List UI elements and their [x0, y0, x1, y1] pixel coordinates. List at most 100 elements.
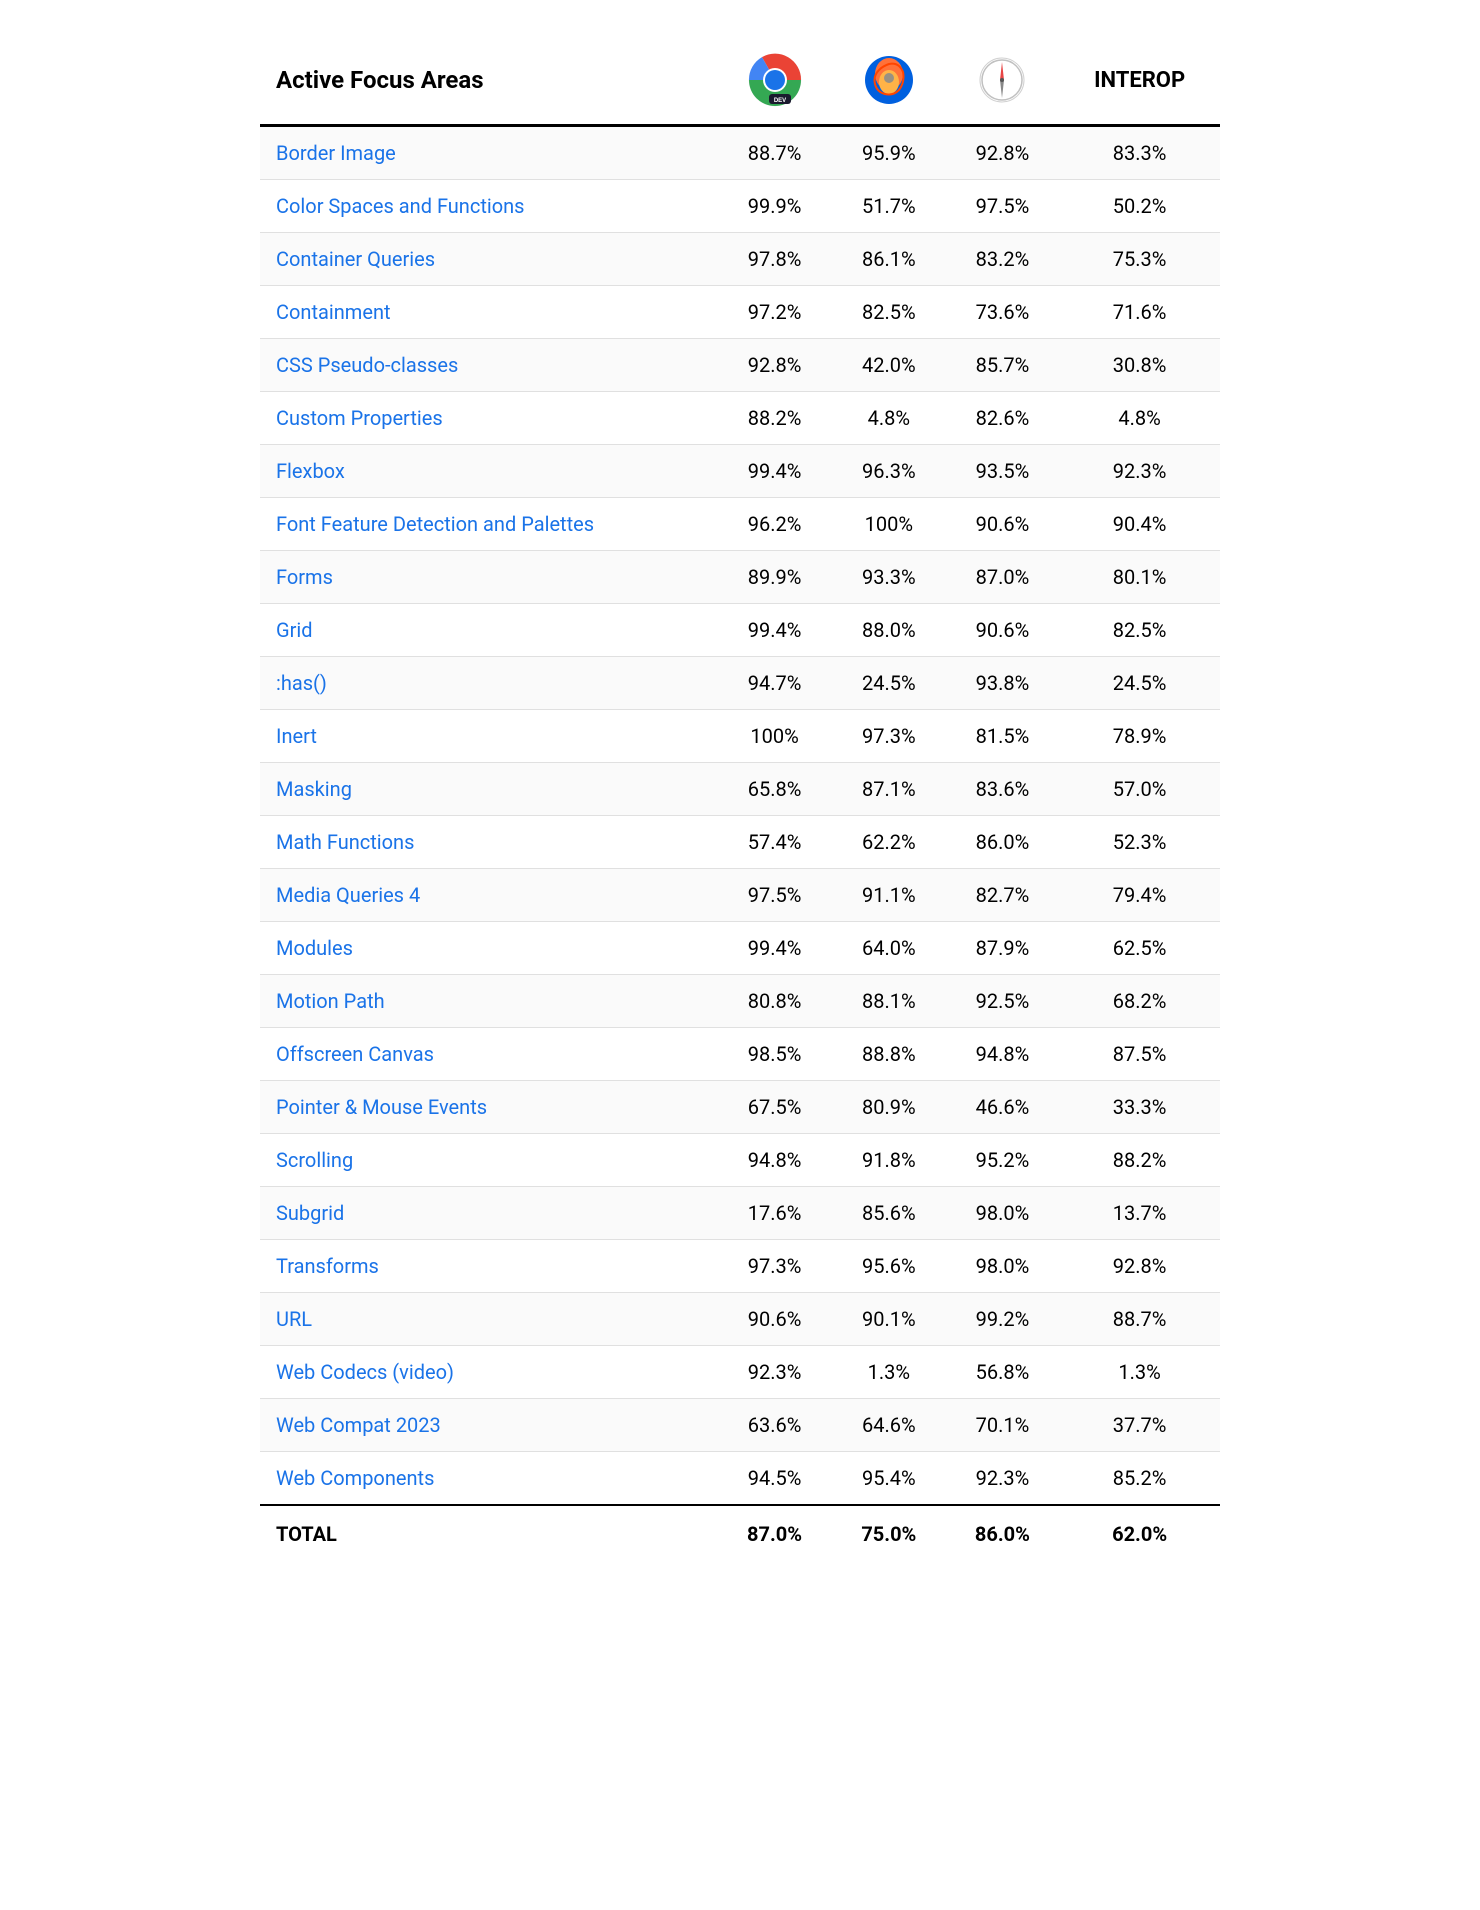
- row-name[interactable]: Modules: [260, 922, 717, 975]
- row-name[interactable]: Offscreen Canvas: [260, 1028, 717, 1081]
- table-row: Modules99.4%64.0%87.9%62.5%: [260, 922, 1220, 975]
- row-col5: 88.2%: [1059, 1134, 1220, 1187]
- table-row: CSS Pseudo-classes92.8%42.0%85.7%30.8%: [260, 339, 1220, 392]
- row-col2: 99.4%: [717, 604, 832, 657]
- row-col3: 85.6%: [832, 1187, 946, 1240]
- row-col2: 88.7%: [717, 126, 832, 180]
- row-name[interactable]: Masking: [260, 763, 717, 816]
- interop-header-label: INTEROP: [1094, 68, 1185, 93]
- row-col5: 30.8%: [1059, 339, 1220, 392]
- row-col4: 94.8%: [946, 1028, 1060, 1081]
- row-col3: 91.1%: [832, 869, 946, 922]
- row-col2: 97.8%: [717, 233, 832, 286]
- col-interop: INTEROP: [1059, 40, 1220, 126]
- row-col3: 1.3%: [832, 1346, 946, 1399]
- row-col2: 99.4%: [717, 445, 832, 498]
- row-col3: 42.0%: [832, 339, 946, 392]
- table-row: Forms89.9%93.3%87.0%80.1%: [260, 551, 1220, 604]
- row-name[interactable]: Web Components: [260, 1452, 717, 1506]
- row-col5: 57.0%: [1059, 763, 1220, 816]
- row-col4: 73.6%: [946, 286, 1060, 339]
- row-col3: 95.4%: [832, 1452, 946, 1506]
- row-col4: 83.2%: [946, 233, 1060, 286]
- row-col3: 88.1%: [832, 975, 946, 1028]
- table-row: URL90.6%90.1%99.2%88.7%: [260, 1293, 1220, 1346]
- row-col2: 89.9%: [717, 551, 832, 604]
- row-col3: 80.9%: [832, 1081, 946, 1134]
- row-col3: 82.5%: [832, 286, 946, 339]
- total-col4: 86.0%: [946, 1505, 1060, 1562]
- row-col5: 71.6%: [1059, 286, 1220, 339]
- table-row: Inert100%97.3%81.5%78.9%: [260, 710, 1220, 763]
- row-col3: 95.9%: [832, 126, 946, 180]
- row-name[interactable]: Color Spaces and Functions: [260, 180, 717, 233]
- row-col3: 95.6%: [832, 1240, 946, 1293]
- row-col4: 93.5%: [946, 445, 1060, 498]
- row-name[interactable]: Grid: [260, 604, 717, 657]
- row-name[interactable]: Web Codecs (video): [260, 1346, 717, 1399]
- row-col2: 63.6%: [717, 1399, 832, 1452]
- row-col5: 52.3%: [1059, 816, 1220, 869]
- row-col2: 90.6%: [717, 1293, 832, 1346]
- row-col5: 4.8%: [1059, 392, 1220, 445]
- row-col2: 80.8%: [717, 975, 832, 1028]
- row-col4: 90.6%: [946, 604, 1060, 657]
- row-name[interactable]: CSS Pseudo-classes: [260, 339, 717, 392]
- safari-icon: [978, 56, 1026, 104]
- row-name[interactable]: Inert: [260, 710, 717, 763]
- table-row: :has()94.7%24.5%93.8%24.5%: [260, 657, 1220, 710]
- total-col2: 87.0%: [717, 1505, 832, 1562]
- table-row: Grid99.4%88.0%90.6%82.5%: [260, 604, 1220, 657]
- table-footer: TOTAL 87.0% 75.0% 86.0% 62.0%: [260, 1505, 1220, 1562]
- row-name[interactable]: Math Functions: [260, 816, 717, 869]
- row-col5: 78.9%: [1059, 710, 1220, 763]
- row-col4: 98.0%: [946, 1240, 1060, 1293]
- row-name[interactable]: Media Queries 4: [260, 869, 717, 922]
- row-name[interactable]: Web Compat 2023: [260, 1399, 717, 1452]
- row-col5: 88.7%: [1059, 1293, 1220, 1346]
- total-col3: 75.0%: [832, 1505, 946, 1562]
- row-name[interactable]: Custom Properties: [260, 392, 717, 445]
- row-name[interactable]: Forms: [260, 551, 717, 604]
- col-chrome-dev: DEV: [717, 40, 832, 126]
- row-col3: 64.0%: [832, 922, 946, 975]
- col-firefox: [832, 40, 946, 126]
- row-col2: 97.5%: [717, 869, 832, 922]
- row-name[interactable]: Containment: [260, 286, 717, 339]
- row-col4: 82.6%: [946, 392, 1060, 445]
- table-row: Pointer & Mouse Events67.5%80.9%46.6%33.…: [260, 1081, 1220, 1134]
- firefox-icon: [863, 54, 915, 106]
- row-col3: 100%: [832, 498, 946, 551]
- row-col4: 87.0%: [946, 551, 1060, 604]
- row-col5: 80.1%: [1059, 551, 1220, 604]
- row-name[interactable]: Border Image: [260, 126, 717, 180]
- row-name[interactable]: Transforms: [260, 1240, 717, 1293]
- table-row: Subgrid17.6%85.6%98.0%13.7%: [260, 1187, 1220, 1240]
- row-name[interactable]: :has(): [260, 657, 717, 710]
- row-col2: 92.8%: [717, 339, 832, 392]
- row-name[interactable]: Flexbox: [260, 445, 717, 498]
- row-col3: 90.1%: [832, 1293, 946, 1346]
- table-row: Containment97.2%82.5%73.6%71.6%: [260, 286, 1220, 339]
- table-row: Flexbox99.4%96.3%93.5%92.3%: [260, 445, 1220, 498]
- table-row: Border Image88.7%95.9%92.8%83.3%: [260, 126, 1220, 180]
- row-name[interactable]: Subgrid: [260, 1187, 717, 1240]
- row-name[interactable]: Scrolling: [260, 1134, 717, 1187]
- total-label: TOTAL: [260, 1505, 717, 1562]
- row-col2: 94.5%: [717, 1452, 832, 1506]
- row-col4: 99.2%: [946, 1293, 1060, 1346]
- row-col2: 97.2%: [717, 286, 832, 339]
- row-name[interactable]: URL: [260, 1293, 717, 1346]
- row-col3: 64.6%: [832, 1399, 946, 1452]
- row-name[interactable]: Pointer & Mouse Events: [260, 1081, 717, 1134]
- row-col3: 91.8%: [832, 1134, 946, 1187]
- row-col2: 94.7%: [717, 657, 832, 710]
- row-col2: 96.2%: [717, 498, 832, 551]
- row-name[interactable]: Container Queries: [260, 233, 717, 286]
- row-col4: 46.6%: [946, 1081, 1060, 1134]
- table-row: Web Codecs (video)92.3%1.3%56.8%1.3%: [260, 1346, 1220, 1399]
- firefox-icon-cell: [848, 54, 930, 106]
- row-name[interactable]: Motion Path: [260, 975, 717, 1028]
- row-name[interactable]: Font Feature Detection and Palettes: [260, 498, 717, 551]
- table-row: Media Queries 497.5%91.1%82.7%79.4%: [260, 869, 1220, 922]
